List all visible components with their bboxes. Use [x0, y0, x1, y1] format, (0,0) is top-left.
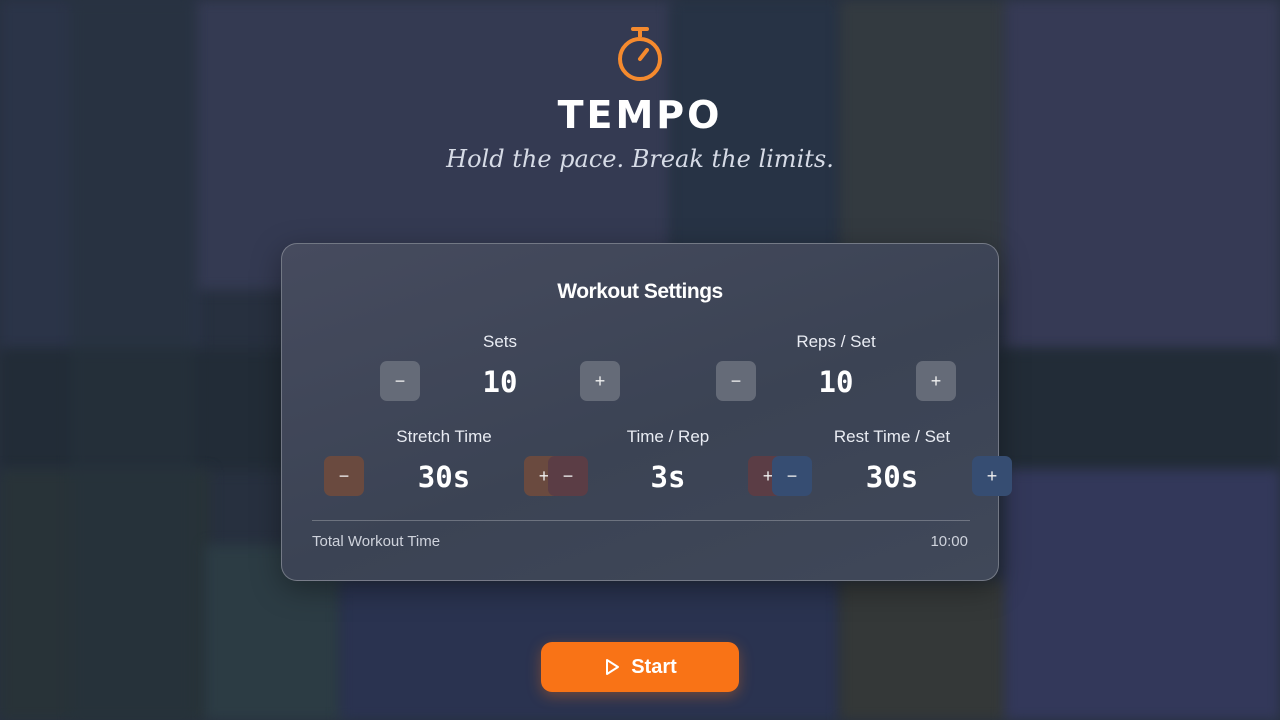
setting-time-per-rep: Time / Rep − 3s +: [548, 427, 788, 517]
setting-label: Time / Rep: [626, 427, 710, 446]
tagline: Hold the pace. Break the limits.: [446, 145, 834, 173]
rest-value: 30s: [865, 460, 919, 494]
stretch-value: 30s: [417, 460, 471, 494]
sets-increase-button[interactable]: +: [580, 361, 620, 401]
start-button-label: Start: [631, 655, 677, 678]
rest-decrease-button[interactable]: −: [772, 456, 812, 496]
sets-value: 10: [482, 365, 518, 399]
setting-sets: Sets − 10 +: [380, 332, 620, 422]
time-per-rep-decrease-button[interactable]: −: [548, 456, 588, 496]
app-title: TEMPO: [557, 93, 723, 137]
total-workout-time-label: Total Workout Time: [312, 533, 441, 550]
stopwatch-icon: [618, 27, 662, 81]
setting-label: Sets: [482, 332, 518, 351]
sets-decrease-button[interactable]: −: [380, 361, 420, 401]
reps-value: 10: [818, 365, 854, 399]
total-workout-time-value: 10:00: [930, 533, 968, 550]
card-title: Workout Settings: [557, 280, 723, 303]
setting-label: Stretch Time: [396, 427, 492, 446]
play-icon: [606, 659, 620, 675]
reps-decrease-button[interactable]: −: [716, 361, 756, 401]
setting-rest-time: Rest Time / Set − 30s +: [772, 427, 1012, 517]
setting-label: Reps / Set: [796, 332, 876, 351]
divider: [312, 520, 970, 521]
time-per-rep-value: 3s: [650, 460, 686, 494]
setting-label: Rest Time / Set: [833, 427, 951, 446]
setting-reps-per-set: Reps / Set − 10 +: [716, 332, 956, 422]
reps-increase-button[interactable]: +: [916, 361, 956, 401]
workout-settings-card: Workout Settings Sets − 10 + Reps / Set …: [281, 243, 1012, 581]
start-button[interactable]: Start: [541, 642, 739, 692]
rest-increase-button[interactable]: +: [972, 456, 1012, 496]
stretch-decrease-button[interactable]: −: [324, 456, 364, 496]
setting-stretch-time: Stretch Time − 30s +: [324, 427, 564, 517]
